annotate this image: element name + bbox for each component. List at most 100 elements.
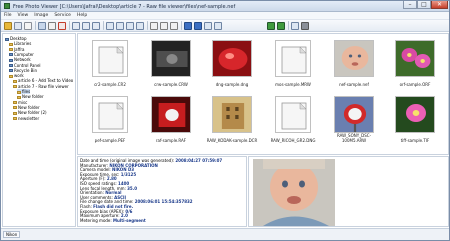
toolbar-separator	[103, 21, 104, 30]
tree-item[interactable]: article 7 - Raw file viewer	[13, 84, 69, 89]
folder-icon	[9, 64, 13, 67]
thumbnail-item[interactable]: RAW_RICOH_GR2.DNG	[265, 93, 321, 143]
minimize-button[interactable]: –	[403, 1, 417, 9]
thumbnail-item[interactable]: tiff-sample.TIF	[387, 93, 443, 143]
thumbnail-image	[212, 40, 252, 77]
toolbar-separator	[147, 21, 148, 30]
menu-help[interactable]: Help	[74, 12, 90, 20]
first-page-icon[interactable]	[184, 22, 192, 30]
thumbnail-image	[395, 40, 435, 77]
thumbnail-label: cr2-sample.CR2	[94, 82, 126, 87]
toolbar: 6 of 12	[1, 20, 449, 48]
last-page-icon[interactable]	[277, 22, 285, 30]
folder-icon	[17, 95, 21, 99]
toolbar-separator	[69, 21, 70, 30]
folder-icon	[9, 42, 13, 46]
folder-icon	[9, 48, 13, 52]
tree-item[interactable]: misc	[13, 100, 27, 105]
actual-size-icon[interactable]	[116, 22, 124, 30]
maximize-icon: □	[421, 1, 427, 8]
previous-page-icon[interactable]	[194, 22, 202, 30]
fit-window-icon[interactable]	[106, 22, 114, 30]
tree-item[interactable]: article 6 - Add Text to Video	[13, 78, 73, 83]
thumbnail-item[interactable]: crw-sample.CRW	[143, 37, 199, 87]
thumbnail-label: dng-sample.dng	[215, 82, 249, 87]
menu-service[interactable]: Service	[51, 12, 74, 20]
thumbnail-image	[151, 40, 191, 77]
list-view-icon[interactable]	[82, 22, 90, 30]
open-folder-icon[interactable]	[4, 22, 12, 30]
thumbnail-view-icon[interactable]	[72, 22, 80, 30]
detail-view-icon[interactable]	[92, 22, 100, 30]
tree-item[interactable]: Recycle Bin	[9, 68, 37, 73]
thumbnail-item[interactable]: RAW_SONY_DSC-100M5.ARW	[326, 93, 382, 143]
tree-item-label: New folder (2)	[18, 110, 47, 116]
thumbnail-image	[92, 96, 128, 133]
thumbnail-item[interactable]: cr2-sample.CR2	[82, 37, 138, 87]
thumbnail-image	[212, 96, 252, 133]
tree-item[interactable]: New folder	[17, 94, 44, 99]
tree-item-label: Desktop	[10, 36, 27, 41]
next-page-icon[interactable]	[267, 22, 275, 30]
thumbnail-label: mos-sample.MRW	[275, 82, 311, 87]
thumbnail-item[interactable]: RAW_KODAK-sample.DCR	[204, 93, 260, 143]
page-icon[interactable]	[214, 22, 222, 30]
new-icon[interactable]	[24, 22, 32, 30]
zoom-in-icon[interactable]	[126, 22, 134, 30]
zoom-out-icon[interactable]	[136, 22, 144, 30]
settings-gear-icon[interactable]	[301, 22, 309, 30]
flip-icon[interactable]	[170, 22, 178, 30]
title-bar: Free Photo Viewer [C:\Users\Jafral\Deskt…	[1, 1, 449, 12]
toolbar-separator	[35, 21, 36, 30]
minimize-icon: –	[408, 1, 412, 8]
tree-item[interactable]: Control Panel	[9, 63, 41, 68]
tree-item-label: article 7 - Raw file viewer	[18, 83, 69, 89]
maximize-button[interactable]: □	[417, 1, 431, 9]
tree-item[interactable]: Network	[9, 57, 31, 62]
exif-key: Metering mode:	[80, 217, 114, 223]
close-button[interactable]: ✕	[431, 1, 448, 9]
rotate-right-icon[interactable]	[160, 22, 168, 30]
thumbnail-label: RAW_KODAK-sample.DCR	[206, 138, 258, 143]
tree-item[interactable]: newsletter	[13, 116, 39, 121]
app-icon	[4, 3, 10, 9]
tree-item[interactable]: files	[17, 89, 31, 94]
tree-item[interactable]: work	[9, 73, 24, 78]
tree-item[interactable]: Computer	[9, 52, 34, 57]
folder-icon	[13, 106, 17, 110]
thumbnail-label: orf-sample.ORF	[399, 82, 431, 87]
menu-view[interactable]: View	[15, 12, 32, 20]
tree-item[interactable]: Jaffra	[9, 47, 24, 52]
tree-item[interactable]: Desktop	[5, 36, 27, 41]
slideshow-icon[interactable]	[204, 22, 212, 30]
delete-icon[interactable]	[58, 22, 66, 30]
rotate-left-icon[interactable]	[150, 22, 158, 30]
status-camera-label: Nikon	[3, 231, 21, 238]
thumbnail-item[interactable]: mos-sample.MRW	[265, 37, 321, 87]
thumbnail-item[interactable]: dng-sample.dng	[204, 37, 260, 87]
menu-image[interactable]: Image	[31, 12, 51, 20]
thumbnail-image	[92, 40, 128, 77]
exif-value: 2008:06:01 15:54:357832	[134, 199, 193, 205]
menu-file[interactable]: File	[1, 12, 15, 20]
tree-item[interactable]: New folder (2)	[13, 110, 47, 115]
thumbnail-label: RAW_SONY_DSC-100M5.ARW	[336, 133, 372, 143]
folder-icon	[5, 37, 9, 41]
print-icon[interactable]	[291, 22, 299, 30]
tree-item-label: article 6 - Add Text to Video	[18, 78, 74, 84]
thumbnail-image	[395, 96, 435, 133]
thumbnail-image	[275, 96, 311, 133]
tree-item-label: files	[22, 89, 31, 94]
thumbnail-item[interactable]: nef-sample.nef	[326, 37, 382, 87]
paste-icon[interactable]	[48, 22, 56, 30]
tree-item[interactable]: New folder	[13, 105, 40, 110]
tree-item[interactable]: Libraries	[9, 41, 31, 46]
thumbnail-item[interactable]: pef-sample.PEF	[82, 93, 138, 143]
thumbnail-item[interactable]: orf-sample.ORF	[387, 37, 443, 87]
tree-item-label: Libraries	[14, 41, 32, 47]
thumbnail-image	[275, 40, 311, 77]
save-icon[interactable]	[14, 22, 22, 30]
thumbnail-item[interactable]: raf-sample.RAF	[143, 93, 199, 143]
copy-icon[interactable]	[38, 22, 46, 30]
thumbnail-image	[151, 96, 191, 133]
